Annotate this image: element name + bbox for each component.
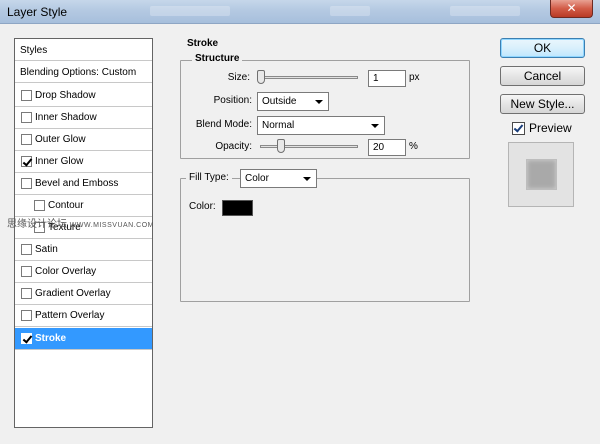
chevron-down-icon [315,100,323,104]
blend-mode-label: Blend Mode: [195,119,252,130]
size-unit: px [409,72,420,83]
window-title: Layer Style [7,5,68,19]
style-preview [508,142,574,207]
fill-type-label: Fill Type: [186,172,232,183]
blend-mode-select[interactable]: Normal [257,116,385,135]
style-item-label: Inner Glow [35,156,84,167]
style-item-label: Gradient Overlay [35,288,111,299]
style-item-label: Contour [48,200,84,211]
style-item-label: Color Overlay [35,266,97,277]
styles-header[interactable]: Styles [15,39,152,61]
close-button[interactable]: ✕ [550,0,593,18]
fill-group [180,178,470,302]
checkbox[interactable] [21,244,32,255]
blend-mode-value: Normal [262,120,295,131]
opacity-slider[interactable] [260,145,358,148]
checkbox[interactable] [21,90,32,101]
styles-list: Styles Blending Options: Custom Drop Sha… [14,38,153,428]
preview-thumbnail [526,159,557,190]
checkbox-checked[interactable] [21,333,32,344]
size-label: Size: [227,72,250,83]
style-item-satin[interactable]: Satin [15,239,152,261]
watermark: 思缘设计论坛 WWW.MISSVUAN.COM [7,215,154,230]
checkbox-checked[interactable] [21,156,32,167]
style-item-label: Stroke [35,333,67,344]
style-item-label: Pattern Overlay [35,310,105,321]
new-style-button[interactable]: New Style... [500,94,585,114]
chevron-down-icon [303,177,311,181]
opacity-label: Opacity: [215,141,252,152]
checkbox[interactable] [21,178,32,189]
title-bar: Layer Style ✕ [0,0,600,24]
background-blur [450,6,520,16]
style-item-label: Inner Shadow [35,112,97,123]
style-item-pattern-overlay[interactable]: Pattern Overlay [15,305,152,327]
checkbox[interactable] [21,288,32,299]
blending-options-label: Blending Options: Custom [20,67,137,78]
watermark-cn: 思缘设计论坛 [7,219,67,230]
styles-header-label: Styles [20,45,48,56]
color-swatch[interactable] [222,200,253,216]
size-slider[interactable] [260,76,358,79]
opacity-unit: % [409,141,418,152]
checkbox[interactable] [21,112,32,123]
close-icon: ✕ [566,1,577,15]
preview-label: Preview [529,121,572,135]
chevron-down-icon [371,124,379,128]
position-value: Outside [262,96,297,107]
stroke-section-title: Stroke [187,38,219,49]
opacity-slider-thumb[interactable] [277,139,285,153]
style-item-inner-glow[interactable]: Inner Glow [15,151,152,173]
structure-legend: Structure [192,53,243,64]
style-item-bevel-emboss[interactable]: Bevel and Emboss [15,173,152,195]
style-item-label: Satin [35,244,58,255]
style-item-inner-shadow[interactable]: Inner Shadow [15,107,152,129]
checkbox[interactable] [34,200,45,211]
style-item-stroke[interactable]: Stroke [15,328,152,350]
style-item-drop-shadow[interactable]: Drop Shadow [15,85,152,107]
style-item-contour[interactable]: Contour [15,195,152,217]
checkbox[interactable] [21,266,32,277]
position-label: Position: [213,95,252,106]
fill-type-value: Color [245,173,269,184]
ok-button[interactable]: OK [500,38,585,58]
size-slider-thumb[interactable] [257,70,265,84]
style-item-outer-glow[interactable]: Outer Glow [15,129,152,151]
fill-type-select[interactable]: Color [240,169,317,188]
style-item-label: Outer Glow [35,134,86,145]
checkbox[interactable] [21,134,32,145]
size-input[interactable]: 1 [368,70,406,87]
checkbox[interactable] [21,310,32,321]
preview-checkbox[interactable] [512,122,525,135]
position-select[interactable]: Outside [257,92,329,111]
background-blur [330,6,370,16]
style-item-label: Bevel and Emboss [35,178,119,189]
watermark-url: WWW.MISSVUAN.COM [69,222,154,229]
opacity-input[interactable]: 20 [368,139,406,156]
blending-options-item[interactable]: Blending Options: Custom [15,61,152,83]
cancel-button[interactable]: Cancel [500,66,585,86]
style-item-label: Drop Shadow [35,90,96,101]
style-item-gradient-overlay[interactable]: Gradient Overlay [15,283,152,305]
background-blur [150,6,230,16]
color-label: Color: [189,201,216,212]
style-item-color-overlay[interactable]: Color Overlay [15,261,152,283]
